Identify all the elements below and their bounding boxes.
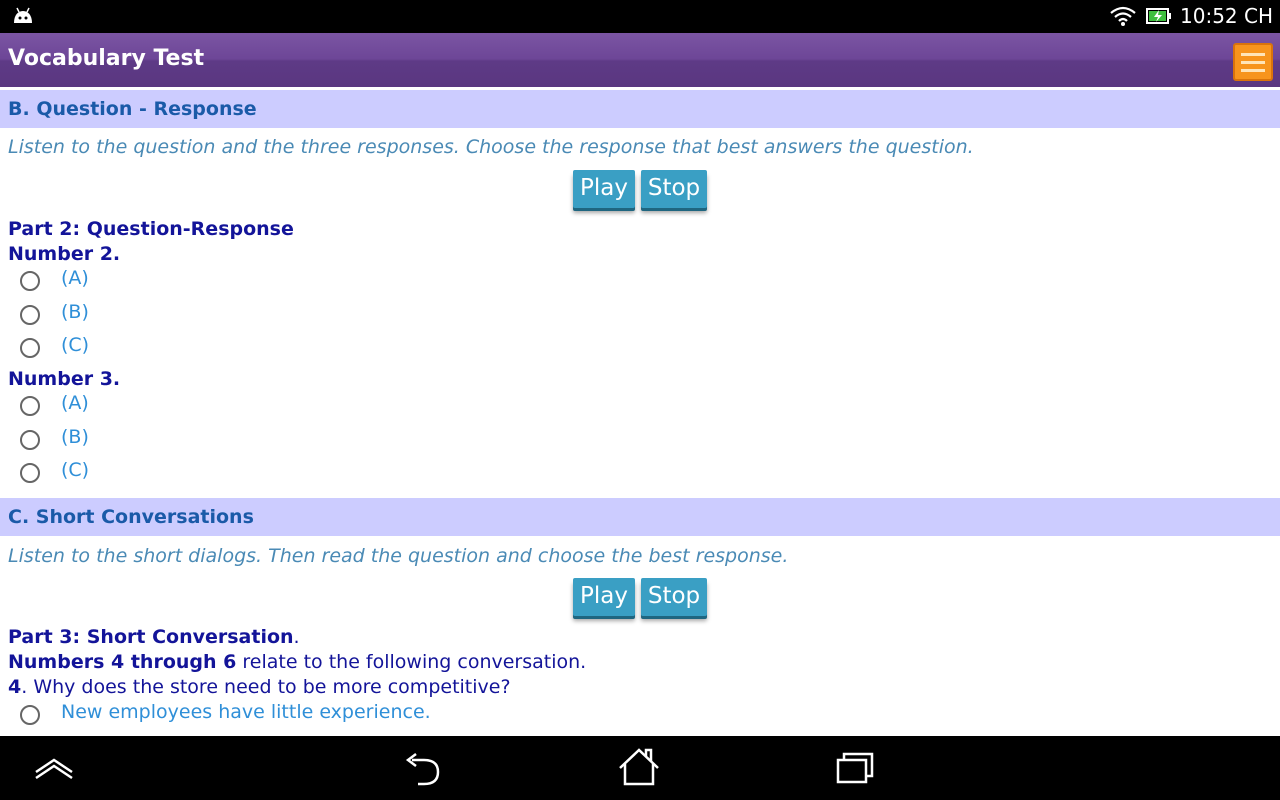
section-b-title: B. Question - Response <box>8 98 257 120</box>
recents-up-icon[interactable] <box>32 746 76 790</box>
option-label: (C) <box>61 459 90 481</box>
section-c-header: C. Short Conversations <box>0 498 1280 536</box>
content-scroll[interactable]: B. Question - Response Listen to the que… <box>0 90 1280 736</box>
recent-apps-icon[interactable] <box>834 746 878 790</box>
question-2-label: Number 2. <box>8 243 121 265</box>
section-c-stop-button[interactable]: Stop <box>641 578 707 616</box>
option-label: (A) <box>61 267 89 289</box>
conversation-range-bold: Numbers 4 through 6 <box>8 651 237 673</box>
action-bar: Vocabulary Test <box>0 33 1280 87</box>
section-b-header: B. Question - Response <box>0 90 1280 128</box>
part-3-title-suffix: . <box>293 626 300 648</box>
part-3-title: Part 3: Short Conversation. <box>8 626 300 648</box>
section-c-instructions: Listen to the short dialogs. Then read t… <box>8 545 789 567</box>
section-b-instructions: Listen to the question and the three res… <box>8 136 974 158</box>
option-label: (B) <box>61 301 89 323</box>
radio-button[interactable] <box>20 338 40 358</box>
radio-button[interactable] <box>20 396 40 416</box>
question-3-label: Number 3. <box>8 368 121 390</box>
radio-button[interactable] <box>20 463 40 483</box>
back-icon[interactable] <box>402 746 446 790</box>
app-title: Vocabulary Test <box>8 46 205 71</box>
option-label: New employees have little experience. <box>61 701 431 723</box>
conversation-range-text: relate to the following conversation. <box>236 651 587 673</box>
question-4-text: . Why does the store need to be more com… <box>21 676 511 698</box>
navigation-bar <box>0 736 1280 800</box>
status-clock: 10:52 CH <box>1180 4 1273 28</box>
radio-button[interactable] <box>20 271 40 291</box>
option-label: (C) <box>61 334 90 356</box>
option-label: (B) <box>61 426 89 448</box>
battery-charging-icon <box>1146 7 1172 29</box>
radio-button[interactable] <box>20 430 40 450</box>
status-bar: 10:52 CH <box>0 0 1280 33</box>
section-b-stop-button[interactable]: Stop <box>641 170 707 208</box>
menu-button[interactable] <box>1233 43 1273 81</box>
question-4-number: 4 <box>8 676 22 698</box>
wifi-icon <box>1110 6 1136 30</box>
conversation-range: Numbers 4 through 6 relate to the follow… <box>8 651 586 673</box>
option-label: (A) <box>61 392 89 414</box>
section-b-play-button[interactable]: Play <box>573 170 635 208</box>
section-c-title: C. Short Conversations <box>8 506 254 528</box>
android-debug-icon <box>12 7 34 29</box>
radio-button[interactable] <box>20 705 40 725</box>
home-icon[interactable] <box>617 746 661 790</box>
section-c-play-button[interactable]: Play <box>573 578 635 616</box>
part-3-title-bold: Part 3: Short Conversation <box>8 626 294 648</box>
question-4: 4. Why does the store need to be more co… <box>8 676 511 698</box>
part-2-title: Part 2: Question-Response <box>8 218 294 240</box>
radio-button[interactable] <box>20 305 40 325</box>
